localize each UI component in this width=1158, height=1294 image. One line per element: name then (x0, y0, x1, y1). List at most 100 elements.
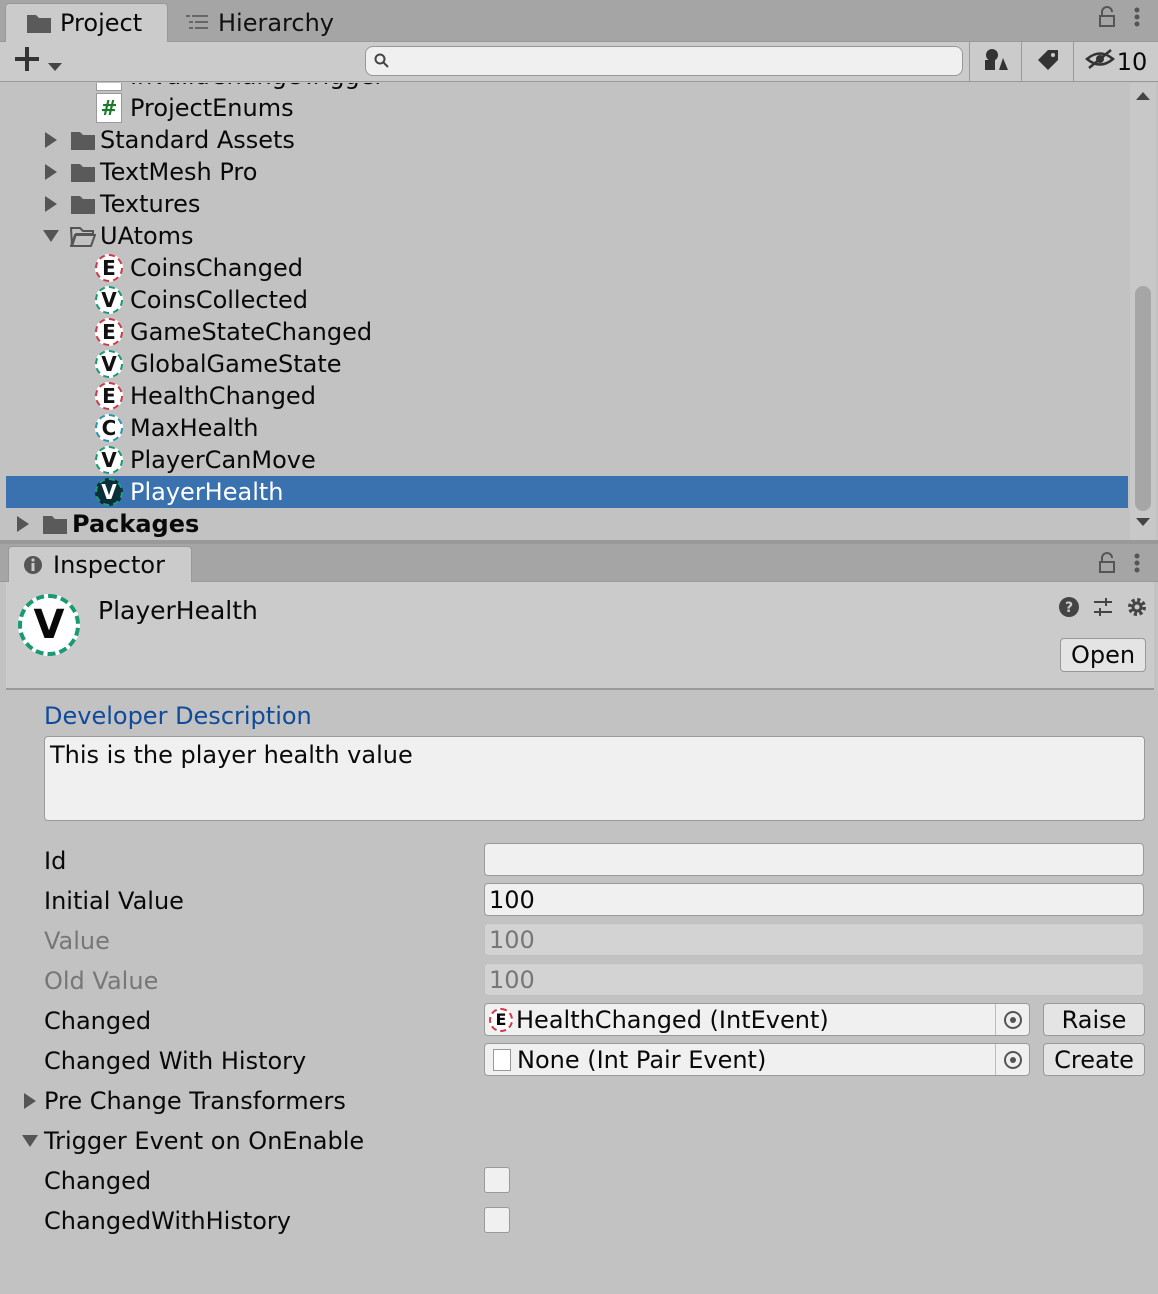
hash-glyph: # (96, 93, 122, 123)
changed-with-history-value: None (Int Pair Event) (517, 1045, 767, 1074)
folder-row[interactable]: UAtoms (6, 220, 1128, 252)
kebab-menu-icon[interactable] (1134, 6, 1140, 32)
tree-item-label: CoinsCollected (130, 286, 308, 314)
hidden-packages-toggle[interactable]: 10 (1073, 42, 1158, 82)
developer-description-label: Developer Description (44, 702, 312, 730)
lock-icon[interactable] (1098, 6, 1116, 32)
atom-glyph: V (95, 478, 123, 506)
project-tree: # InvalidChangeTrigger # ProjectEnums Standa… (6, 83, 1130, 540)
chevron-right-icon[interactable] (42, 163, 60, 181)
tab-inspector-label: Inspector (53, 550, 165, 579)
changed-with-history-object-field[interactable]: None (Int Pair Event) (484, 1043, 1030, 1076)
folder-icon (42, 513, 68, 535)
changed-with-history-label: Changed With History (44, 1047, 307, 1075)
changed-object-field[interactable]: E HealthChanged (IntEvent) (484, 1003, 1030, 1036)
tree-item-label: PlayerHealth (130, 478, 284, 506)
tag-icon (1036, 48, 1060, 76)
inspector-lock-icon[interactable] (1098, 552, 1116, 578)
help-icon[interactable]: ? (1058, 596, 1080, 622)
folder-row[interactable]: Textures (6, 188, 1128, 220)
event-atom-icon: E (489, 1007, 513, 1032)
filter-by-label-button[interactable] (1021, 42, 1073, 82)
asset-row[interactable]: V GlobalGameState (6, 348, 1128, 380)
gear-icon[interactable] (1126, 596, 1148, 622)
event-atom-icon: E (95, 318, 123, 346)
trigger-event-onenable-foldout[interactable]: Trigger Event on OnEnable (20, 1127, 364, 1155)
asset-row[interactable]: E GameStateChanged (6, 316, 1128, 348)
chevron-right-icon[interactable] (42, 131, 60, 149)
developer-description-textarea[interactable]: This is the player health value (44, 736, 1145, 821)
create-dropdown-button[interactable] (14, 45, 74, 80)
asset-row[interactable]: E HealthChanged (6, 380, 1128, 412)
folder-row[interactable]: Packages (6, 508, 1128, 540)
shapes-icon (983, 48, 1009, 76)
folder-row[interactable]: Standard Assets (6, 124, 1128, 156)
tab-project[interactable]: Project (5, 3, 168, 42)
folder-icon (26, 12, 52, 34)
presets-sliders-icon[interactable] (1092, 596, 1114, 622)
asset-row[interactable]: # ProjectEnums (6, 92, 1128, 124)
asset-row[interactable]: V PlayerCanMove (6, 444, 1128, 476)
trigger-changed-checkbox[interactable] (484, 1167, 510, 1193)
hierarchy-list-icon (186, 13, 210, 33)
event-atom-icon: E (95, 254, 123, 282)
tree-item-label: Textures (100, 190, 201, 218)
tab-hierarchy[interactable]: Hierarchy (186, 3, 386, 42)
project-scrollbar[interactable] (1130, 83, 1156, 540)
asset-row[interactable]: V PlayerHealth (6, 476, 1128, 508)
pre-change-transformers-label: Pre Change Transformers (44, 1087, 346, 1115)
tree-item-label: PlayerCanMove (130, 446, 316, 474)
variable-atom-icon: V (95, 350, 123, 378)
tree-item-label: InvalidChangeTrigger (130, 83, 384, 90)
inspector-kebab-menu-icon[interactable] (1134, 552, 1140, 578)
scrollbar-thumb[interactable] (1135, 286, 1151, 511)
raise-button[interactable]: Raise (1043, 1003, 1145, 1036)
asset-row[interactable]: C MaxHealth (6, 412, 1128, 444)
filter-by-type-button[interactable] (969, 42, 1021, 82)
scroll-up-icon[interactable] (1134, 91, 1152, 107)
search-input[interactable] (365, 46, 963, 76)
atom-glyph: V (95, 286, 123, 314)
folder-icon (70, 193, 96, 215)
tree-item-label: Standard Assets (100, 126, 295, 154)
pre-change-transformers-foldout[interactable]: Pre Change Transformers (20, 1087, 346, 1115)
scroll-down-icon[interactable] (1134, 517, 1152, 533)
object-picker-icon[interactable] (995, 1004, 1029, 1035)
id-label: Id (44, 847, 67, 875)
tree-item-label: GameStateChanged (130, 318, 373, 346)
chevron-down-icon[interactable] (42, 227, 60, 245)
object-picker-icon[interactable] (995, 1044, 1029, 1075)
atom-glyph: V (95, 446, 123, 474)
folder-row[interactable]: TextMesh Pro (6, 156, 1128, 188)
tree-item-label: Packages (72, 510, 200, 538)
create-button[interactable]: Create (1043, 1043, 1145, 1076)
search-icon (374, 53, 390, 73)
folder-open-icon (70, 225, 96, 247)
asset-row[interactable]: # InvalidChangeTrigger (6, 83, 1128, 92)
id-field[interactable] (484, 843, 1144, 876)
variable-atom-icon: V (95, 446, 123, 474)
asset-row[interactable]: V CoinsCollected (6, 284, 1128, 316)
variable-atom-icon: V (95, 286, 123, 314)
tree-item-label: TextMesh Pro (100, 158, 258, 186)
hidden-count: 10 (1116, 48, 1148, 76)
trigger-changed-with-history-label: ChangedWithHistory (44, 1207, 291, 1235)
inspector-header: V PlayerHealth ? Open (6, 582, 1154, 690)
initial-value-field[interactable]: 100 (484, 883, 1144, 916)
open-button[interactable]: Open (1060, 638, 1146, 672)
value-field: 100 (484, 923, 1144, 956)
trigger-changed-with-history-checkbox[interactable] (484, 1207, 510, 1233)
plus-icon (14, 45, 40, 80)
changed-object-value: HealthChanged (IntEvent) (516, 1005, 829, 1034)
asset-row[interactable]: E CoinsChanged (6, 252, 1128, 284)
object-name: PlayerHealth (98, 596, 258, 625)
tab-hierarchy-label: Hierarchy (218, 8, 335, 37)
tab-inspector[interactable]: Inspector (8, 546, 192, 582)
eye-slash-icon (1084, 48, 1115, 76)
csharp-script-icon: # (96, 83, 122, 91)
chevron-right-icon[interactable] (42, 195, 60, 213)
constant-atom-icon: C (95, 414, 123, 442)
chevron-right-icon[interactable] (14, 515, 32, 533)
inspector-body: Developer Description This is the player… (6, 692, 1154, 1294)
hash-glyph: # (96, 83, 122, 91)
